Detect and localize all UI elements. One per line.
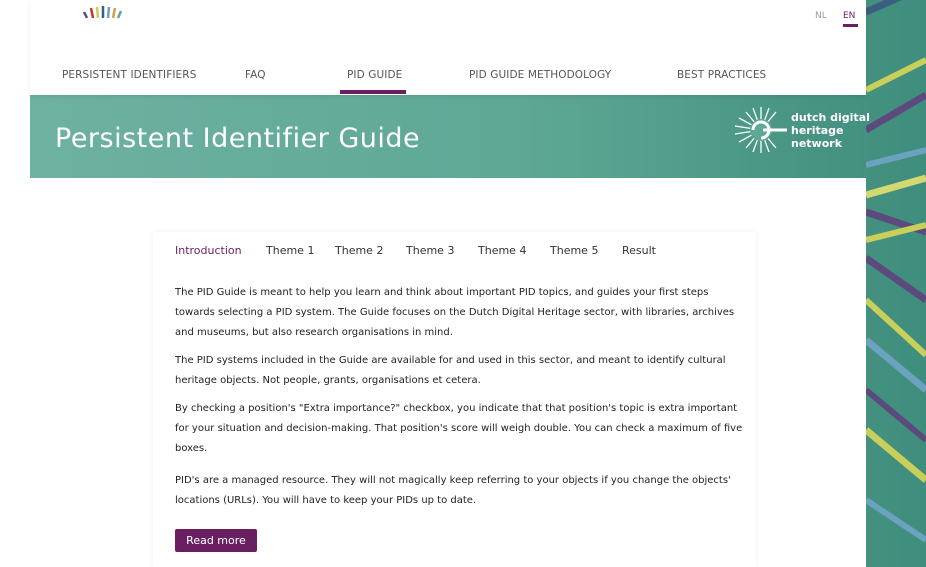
site-logo-icon[interactable] bbox=[78, 0, 138, 22]
left-margin bbox=[0, 0, 30, 567]
intro-paragraph-2: The PID systems included in the Guide ar… bbox=[175, 355, 726, 386]
ddhn-logo-icon[interactable] bbox=[731, 105, 791, 155]
brand-line-1: dutch digital bbox=[791, 111, 870, 124]
lang-active-indicator bbox=[843, 24, 858, 27]
nav-best-practices[interactable]: BEST PRACTICES bbox=[677, 69, 766, 81]
tab-introduction[interactable]: Introduction bbox=[175, 244, 242, 257]
tab-theme-5[interactable]: Theme 5 bbox=[550, 244, 598, 257]
intro-paragraph-1: The PID Guide is meant to help you learn… bbox=[175, 287, 735, 338]
nav-pid-guide[interactable]: PID GUIDE bbox=[347, 69, 402, 81]
ddhn-brand-text: dutch digital heritage network bbox=[791, 111, 870, 150]
intro-paragraph-4: PID's are a managed resource. They will … bbox=[175, 475, 731, 506]
tab-theme-2[interactable]: Theme 2 bbox=[335, 244, 383, 257]
decorative-rays bbox=[866, 0, 926, 543]
lang-en-link[interactable]: EN bbox=[843, 11, 855, 21]
nav-persistent-identifiers[interactable]: PERSISTENT IDENTIFIERS bbox=[62, 69, 196, 81]
tab-theme-4[interactable]: Theme 4 bbox=[478, 244, 526, 257]
read-more-button[interactable]: Read more bbox=[175, 529, 257, 552]
tab-result[interactable]: Result bbox=[622, 244, 656, 257]
brand-line-3: network bbox=[791, 137, 843, 150]
nav-faq[interactable]: FAQ bbox=[245, 69, 266, 81]
nav-active-indicator bbox=[340, 90, 406, 94]
lang-nl-link[interactable]: NL bbox=[815, 11, 827, 21]
nav-pid-guide-methodology[interactable]: PID GUIDE METHODOLOGY bbox=[469, 69, 611, 81]
intro-paragraph-3: By checking a position's "Extra importan… bbox=[175, 403, 743, 454]
tab-theme-1[interactable]: Theme 1 bbox=[266, 244, 314, 257]
page-title: Persistent Identifier Guide bbox=[55, 123, 421, 154]
tab-theme-3[interactable]: Theme 3 bbox=[406, 244, 454, 257]
brand-line-2: heritage bbox=[791, 124, 844, 137]
